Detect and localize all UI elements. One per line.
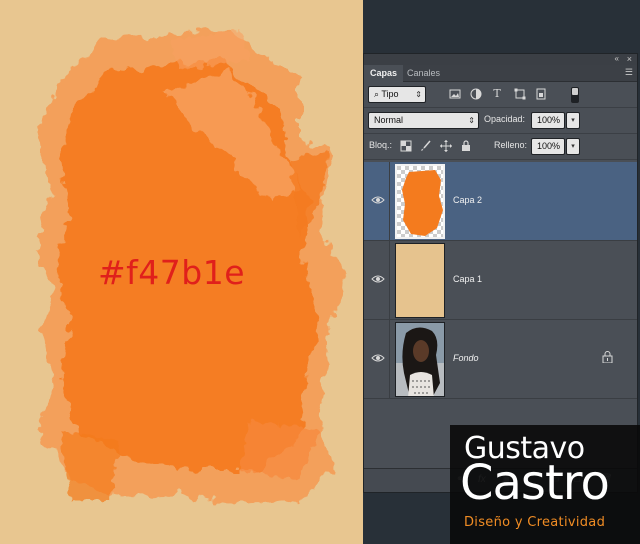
blend-mode-select[interactable]: Normal ⇕ bbox=[368, 112, 479, 129]
layer-name[interactable]: Capa 2 bbox=[453, 195, 482, 205]
lock-position-move-icon[interactable] bbox=[440, 140, 452, 152]
lock-fill-row: Bloq.: Relleno: 100% ▾ bbox=[364, 134, 637, 160]
hex-color-label: #f47b1e bbox=[98, 253, 246, 292]
layer-list: Capa 2 Capa 1 Fondo bbox=[364, 162, 637, 400]
panel-title-bar[interactable]: « × bbox=[364, 54, 637, 65]
fill-label: Relleno: bbox=[494, 140, 528, 150]
lock-transparency-icon[interactable] bbox=[400, 140, 412, 152]
smart-object-filter-icon[interactable] bbox=[535, 88, 547, 100]
tab-canales[interactable]: Canales bbox=[401, 65, 446, 82]
lock-all-icon[interactable] bbox=[460, 140, 472, 152]
search-icon: ⌕ bbox=[374, 89, 380, 99]
layer-thumbnail bbox=[395, 243, 445, 318]
shape-filter-icon[interactable] bbox=[514, 88, 526, 100]
eye-icon[interactable] bbox=[371, 353, 385, 363]
opacity-label: Opacidad: bbox=[484, 114, 526, 124]
layer-name[interactable]: Capa 1 bbox=[453, 274, 482, 284]
eye-icon[interactable] bbox=[371, 195, 385, 205]
lock-icon bbox=[602, 351, 613, 363]
document-canvas[interactable]: #f47b1e bbox=[0, 0, 363, 544]
layer-row-fondo[interactable]: Fondo bbox=[364, 320, 637, 399]
layer-name[interactable]: Fondo bbox=[453, 353, 479, 363]
lock-pixels-brush-icon[interactable] bbox=[420, 140, 432, 152]
adjustment-filter-icon[interactable] bbox=[470, 88, 482, 100]
layer-thumbnail-photo bbox=[395, 322, 445, 397]
eye-icon[interactable] bbox=[371, 274, 385, 284]
stepper-arrows-icon: ⇕ bbox=[468, 116, 475, 125]
panel-menu-icon[interactable]: ☰ bbox=[625, 67, 633, 78]
collapse-panel-icon[interactable]: « bbox=[615, 54, 619, 64]
layer-row-capa-2[interactable]: Capa 2 bbox=[364, 162, 637, 241]
blend-opacity-row: Normal ⇕ Opacidad: 100% ▾ bbox=[364, 108, 637, 134]
fill-dropdown-button[interactable]: ▾ bbox=[566, 138, 580, 155]
layer-row-capa-1[interactable]: Capa 1 bbox=[364, 241, 637, 320]
opacity-input[interactable]: 100% bbox=[531, 112, 565, 129]
watermark-logo: Gustavo Castro Diseño y Creatividad bbox=[450, 425, 640, 544]
stepper-arrows-icon: ⇕ bbox=[415, 90, 422, 99]
blend-mode-value: Normal bbox=[374, 115, 404, 125]
filter-kind-select[interactable]: ⌕ Tipo ⇕ bbox=[368, 86, 426, 103]
screenshot: #f47b1e « × Capas Canales ☰ ⌕ Tipo ⇕ T N… bbox=[0, 0, 640, 544]
tab-capas[interactable]: Capas bbox=[364, 65, 404, 82]
fill-input[interactable]: 100% bbox=[531, 138, 565, 155]
filter-kind-value: Tipo bbox=[381, 89, 399, 99]
watermark-tagline: Diseño y Creatividad bbox=[464, 515, 606, 530]
opacity-dropdown-button[interactable]: ▾ bbox=[566, 112, 580, 129]
layer-filter-row: ⌕ Tipo ⇕ T bbox=[364, 82, 637, 108]
watermark-last-name: Castro bbox=[460, 455, 610, 511]
image-filter-icon[interactable] bbox=[449, 88, 461, 100]
close-panel-icon[interactable]: × bbox=[627, 54, 632, 64]
layer-thumbnail bbox=[395, 164, 445, 239]
type-filter-icon[interactable]: T bbox=[491, 88, 503, 100]
lock-label: Bloq.: bbox=[369, 140, 393, 150]
panel-tabs: Capas Canales ☰ bbox=[364, 65, 637, 82]
filter-toggle[interactable] bbox=[571, 87, 579, 103]
